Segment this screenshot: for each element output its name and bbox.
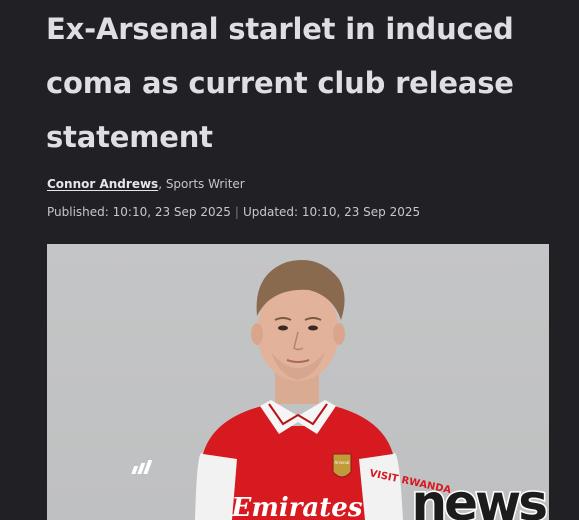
updated-date: Updated: 10:10, 23 Sep 2025 bbox=[242, 205, 421, 219]
shirt-sponsor: Emirates bbox=[231, 493, 363, 520]
crest-label: Arsenal bbox=[334, 460, 349, 465]
article-headline: Ex-Arsenal starlet in induced coma as cu… bbox=[46, 12, 514, 154]
author-role: , Sports Writer bbox=[158, 177, 245, 191]
article-photo: Arsenal Emirates VISIT RWANDA news bbox=[47, 244, 549, 520]
author-link[interactable]: Connor Andrews bbox=[47, 177, 158, 191]
adidas-logo bbox=[131, 460, 153, 474]
article-dates: Published: 10:10, 23 Sep 2025 | Updated: 1… bbox=[47, 205, 420, 219]
date-separator: | bbox=[234, 205, 239, 219]
published-date: Published: 10:10, 23 Sep 2025 bbox=[47, 205, 231, 219]
byline: Connor Andrews, Sports Writer bbox=[47, 177, 245, 191]
news-watermark-logo: news bbox=[410, 474, 549, 520]
